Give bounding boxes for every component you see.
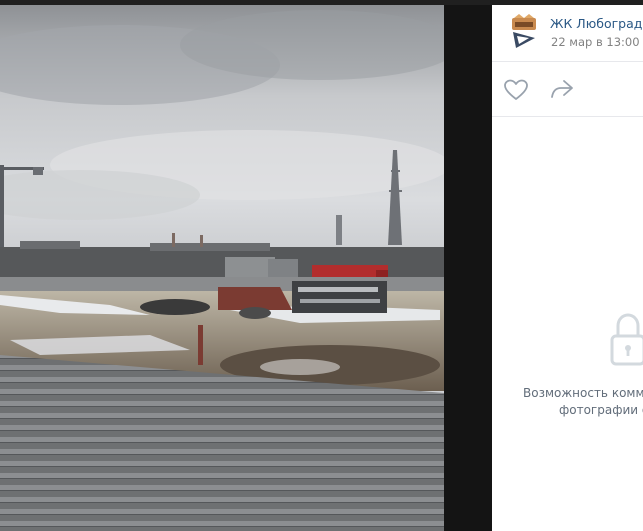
construction-site-photo [0, 5, 444, 531]
post-photo[interactable] [0, 5, 444, 531]
post-author-header: ЖК Любоград 22 мар в 13:00 [492, 5, 643, 62]
comments-disabled-line2: фотографии ог [559, 403, 643, 417]
lock-icon [610, 313, 643, 366]
post-actions [492, 62, 643, 117]
share-arrow-icon[interactable] [549, 77, 575, 101]
community-avatar[interactable] [510, 14, 538, 50]
heart-icon[interactable] [503, 78, 529, 102]
post-date-link[interactable]: 22 мар в 13:00 [551, 35, 640, 49]
post-sidebar: ЖК Любоград 22 мар в 13:00 Возможность к… [492, 5, 643, 531]
comments-disabled-line1: Возможность комме [523, 386, 643, 400]
author-name-link[interactable]: ЖК Любоград [550, 16, 642, 31]
